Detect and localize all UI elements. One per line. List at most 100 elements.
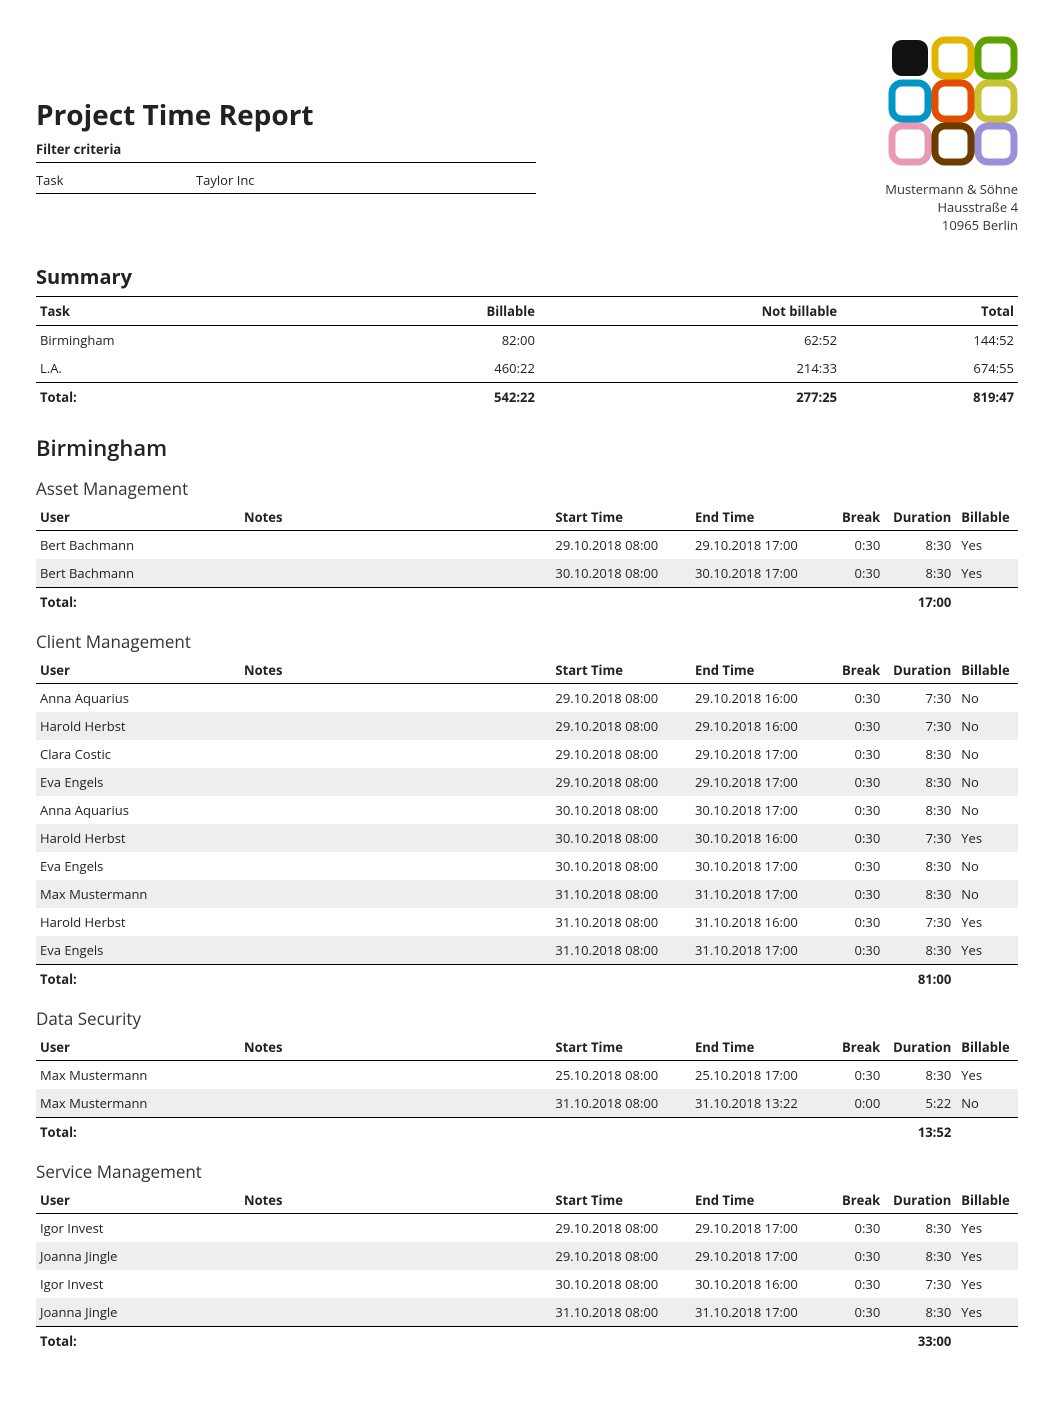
cell-billable: Yes	[955, 824, 1018, 852]
col-notes: Notes	[240, 504, 551, 531]
col-user: User	[36, 657, 240, 684]
cell-end: 29.10.2018 17:00	[691, 740, 831, 768]
cell-user: Clara Costic	[36, 740, 240, 768]
detail-total-value: 81:00	[884, 964, 955, 993]
cell-user: Joanna Jingle	[36, 1242, 240, 1270]
cell-end: 31.10.2018 13:22	[691, 1089, 831, 1118]
cell-billable: No	[955, 796, 1018, 824]
cell-end: 31.10.2018 17:00	[691, 880, 831, 908]
cell-user: Igor Invest	[36, 1213, 240, 1242]
cell-start: 29.10.2018 08:00	[551, 683, 691, 712]
cell-notes	[240, 1298, 551, 1327]
cell-notes	[240, 824, 551, 852]
cell-notes	[240, 1060, 551, 1089]
cell-duration: 8:30	[884, 559, 955, 588]
cell-notes	[240, 936, 551, 965]
cell-duration: 8:30	[884, 740, 955, 768]
cell-start: 30.10.2018 08:00	[551, 796, 691, 824]
cell-break: 0:30	[831, 530, 885, 559]
cell-duration: 8:30	[884, 936, 955, 965]
col-user: User	[36, 504, 240, 531]
cell-notes	[240, 908, 551, 936]
summary-notbillable: 214:33	[539, 354, 841, 383]
company-city: 10965 Berlin	[885, 216, 1018, 234]
cell-end: 31.10.2018 17:00	[691, 936, 831, 965]
cell-start: 30.10.2018 08:00	[551, 559, 691, 588]
task-heading: Data Security	[36, 1007, 1018, 1030]
cell-duration: 8:30	[884, 530, 955, 559]
cell-user: Anna Aquarius	[36, 683, 240, 712]
summary-total-total: 819:47	[841, 382, 1018, 411]
col-end: End Time	[691, 504, 831, 531]
cell-user: Bert Bachmann	[36, 530, 240, 559]
cell-user: Anna Aquarius	[36, 796, 240, 824]
detail-table: UserNotesStart TimeEnd TimeBreakDuration…	[36, 1034, 1018, 1146]
cell-billable: Yes	[955, 1270, 1018, 1298]
cell-notes	[240, 530, 551, 559]
cell-break: 0:30	[831, 1242, 885, 1270]
summary-table: Task Billable Not billable Total Birming…	[36, 296, 1018, 411]
filter-criteria: Filter criteria Task Taylor Inc	[36, 140, 536, 194]
cell-user: Eva Engels	[36, 768, 240, 796]
cell-break: 0:30	[831, 880, 885, 908]
table-row: Joanna Jingle29.10.2018 08:0029.10.2018 …	[36, 1242, 1018, 1270]
cell-break: 0:30	[831, 936, 885, 965]
cell-billable: No	[955, 768, 1018, 796]
table-row: Bert Bachmann30.10.2018 08:0030.10.2018 …	[36, 559, 1018, 588]
summary-total-notbillable: 277:25	[539, 382, 841, 411]
cell-duration: 8:30	[884, 796, 955, 824]
cell-duration: 8:30	[884, 1242, 955, 1270]
detail-total-label: Total:	[36, 1117, 884, 1146]
table-row: Harold Herbst29.10.2018 08:0029.10.2018 …	[36, 712, 1018, 740]
col-end: End Time	[691, 1034, 831, 1061]
cell-end: 31.10.2018 16:00	[691, 908, 831, 936]
cell-break: 0:30	[831, 740, 885, 768]
cell-duration: 7:30	[884, 908, 955, 936]
cell-duration: 7:30	[884, 712, 955, 740]
col-start: Start Time	[551, 1187, 691, 1214]
cell-start: 29.10.2018 08:00	[551, 1242, 691, 1270]
col-end: End Time	[691, 1187, 831, 1214]
cell-billable: No	[955, 683, 1018, 712]
detail-total-label: Total:	[36, 964, 884, 993]
detail-table: UserNotesStart TimeEnd TimeBreakDuration…	[36, 657, 1018, 993]
cell-start: 29.10.2018 08:00	[551, 740, 691, 768]
cell-duration: 8:30	[884, 1060, 955, 1089]
summary-notbillable: 62:52	[539, 325, 841, 354]
table-row: Joanna Jingle31.10.2018 08:0031.10.2018 …	[36, 1298, 1018, 1327]
table-row: Eva Engels30.10.2018 08:0030.10.2018 17:…	[36, 852, 1018, 880]
project-heading: Birmingham	[36, 433, 1018, 463]
cell-duration: 5:22	[884, 1089, 955, 1118]
col-task: Task	[36, 296, 335, 325]
table-row: Bert Bachmann29.10.2018 08:0029.10.2018 …	[36, 530, 1018, 559]
cell-notes	[240, 1242, 551, 1270]
cell-duration: 8:30	[884, 880, 955, 908]
cell-start: 29.10.2018 08:00	[551, 712, 691, 740]
table-row: Max Mustermann31.10.2018 08:0031.10.2018…	[36, 1089, 1018, 1118]
cell-user: Bert Bachmann	[36, 559, 240, 588]
cell-notes	[240, 1213, 551, 1242]
col-break: Break	[831, 504, 885, 531]
col-start: Start Time	[551, 1034, 691, 1061]
col-notes: Notes	[240, 1034, 551, 1061]
cell-billable: No	[955, 740, 1018, 768]
cell-break: 0:30	[831, 712, 885, 740]
cell-break: 0:30	[831, 683, 885, 712]
summary-total: 674:55	[841, 354, 1018, 383]
col-billable: Billable	[335, 296, 539, 325]
cell-break: 0:30	[831, 559, 885, 588]
cell-notes	[240, 559, 551, 588]
cell-user: Harold Herbst	[36, 712, 240, 740]
col-billable: Billable	[955, 657, 1018, 684]
cell-billable: No	[955, 712, 1018, 740]
cell-break: 0:30	[831, 1270, 885, 1298]
detail-total-value: 17:00	[884, 587, 955, 616]
summary-total-label: Total:	[36, 382, 335, 411]
cell-notes	[240, 796, 551, 824]
cell-duration: 7:30	[884, 683, 955, 712]
cell-start: 25.10.2018 08:00	[551, 1060, 691, 1089]
cell-end: 29.10.2018 17:00	[691, 530, 831, 559]
cell-break: 0:30	[831, 1060, 885, 1089]
cell-notes	[240, 768, 551, 796]
filter-value: Taylor Inc	[196, 171, 255, 189]
